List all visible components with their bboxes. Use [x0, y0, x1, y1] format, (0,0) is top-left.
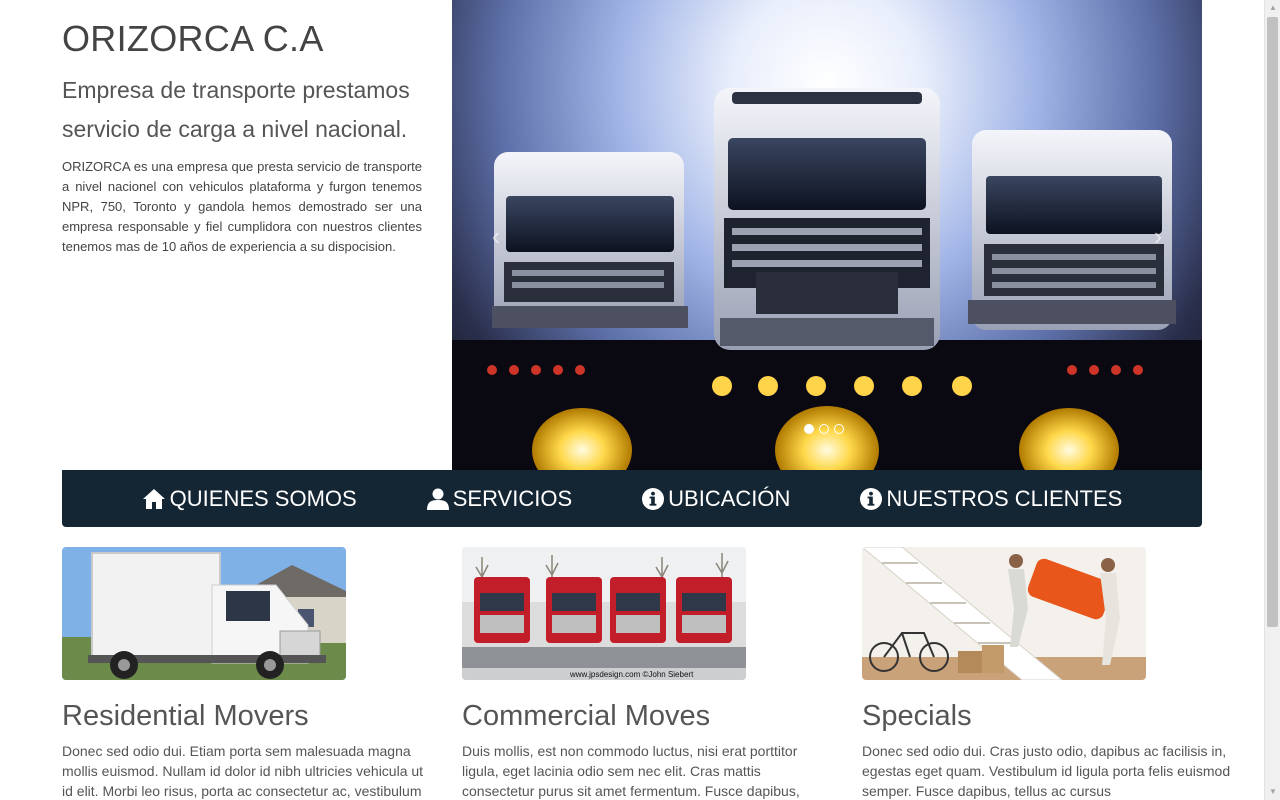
nav-item-label: QUIENES SOMOS	[169, 485, 357, 511]
trucks-image	[452, 88, 1202, 470]
nav-nuestros-clientes[interactable]: NUESTROS CLIENTES	[860, 486, 1122, 512]
white-box-truck-image	[62, 547, 346, 680]
info-icon	[860, 487, 883, 510]
feature-text: Donec sed odio dui. Etiam porta sem male…	[62, 743, 424, 799]
intro-section: ORIZORCA C.A Empresa de transporte prest…	[62, 0, 422, 257]
feature-title: Commercial Moves	[462, 700, 711, 732]
red-trucks-fleet-image: www.jpsdesign.com ©John Siebert	[462, 547, 746, 680]
feature-commercial: www.jpsdesign.com ©John Siebert Commerci…	[462, 547, 832, 800]
feature-specials: Specials Donec sed odio dui. Cras justo …	[862, 547, 1232, 800]
carousel-prev-button[interactable]: ‹	[486, 222, 506, 250]
feature-residential: Residential Movers Donec sed odio dui. E…	[62, 547, 432, 800]
nav-item-label: UBICACIÓN	[668, 485, 791, 511]
feature-text: Donec sed odio dui. Cras justo odio, dap…	[862, 743, 1231, 799]
feature-title: Specials	[862, 700, 972, 732]
nav-servicios[interactable]: SERVICIOS	[426, 485, 573, 512]
carousel-indicator-2[interactable]	[819, 424, 829, 434]
main-navbar: QUIENES SOMOS SERVICIOS UBICACIÓN NUESTR…	[62, 470, 1202, 527]
carousel-indicator-1[interactable]	[804, 424, 814, 434]
image-caption: www.jpsdesign.com ©John Siebert	[569, 670, 694, 679]
scroll-down-arrow-icon[interactable]: ▼	[1265, 784, 1280, 800]
scrollbar-thumb[interactable]	[1267, 17, 1278, 627]
brand-title: ORIZORCA C.A	[62, 18, 324, 59]
page: ORIZORCA C.A Empresa de transporte prest…	[0, 0, 1264, 800]
info-icon	[642, 487, 665, 510]
feature-text: Duis mollis, est non commodo luctus, nis…	[462, 743, 800, 799]
nav-item-label: SERVICIOS	[452, 485, 573, 511]
carousel-next-button[interactable]: ›	[1148, 222, 1168, 250]
nav-quienes-somos[interactable]: QUIENES SOMOS	[142, 486, 357, 512]
hero-carousel[interactable]: ‹ ›	[452, 0, 1202, 470]
carousel-indicator-3[interactable]	[834, 424, 844, 434]
nav-ubicacion[interactable]: UBICACIÓN	[642, 486, 790, 512]
vertical-scrollbar[interactable]: ▲ ▼	[1264, 0, 1280, 800]
hero-description: ORIZORCA es una empresa que presta servi…	[62, 159, 422, 254]
movers-carrying-sofa-image	[862, 547, 1146, 680]
feature-title: Residential Movers	[62, 700, 309, 732]
home-icon	[142, 488, 165, 509]
scroll-up-arrow-icon[interactable]: ▲	[1265, 0, 1280, 16]
carousel-indicators	[804, 424, 844, 434]
user-icon	[426, 488, 449, 510]
nav-item-label: NUESTROS CLIENTES	[886, 485, 1123, 511]
hero-tagline: Empresa de transporte prestamos servicio…	[62, 77, 410, 142]
